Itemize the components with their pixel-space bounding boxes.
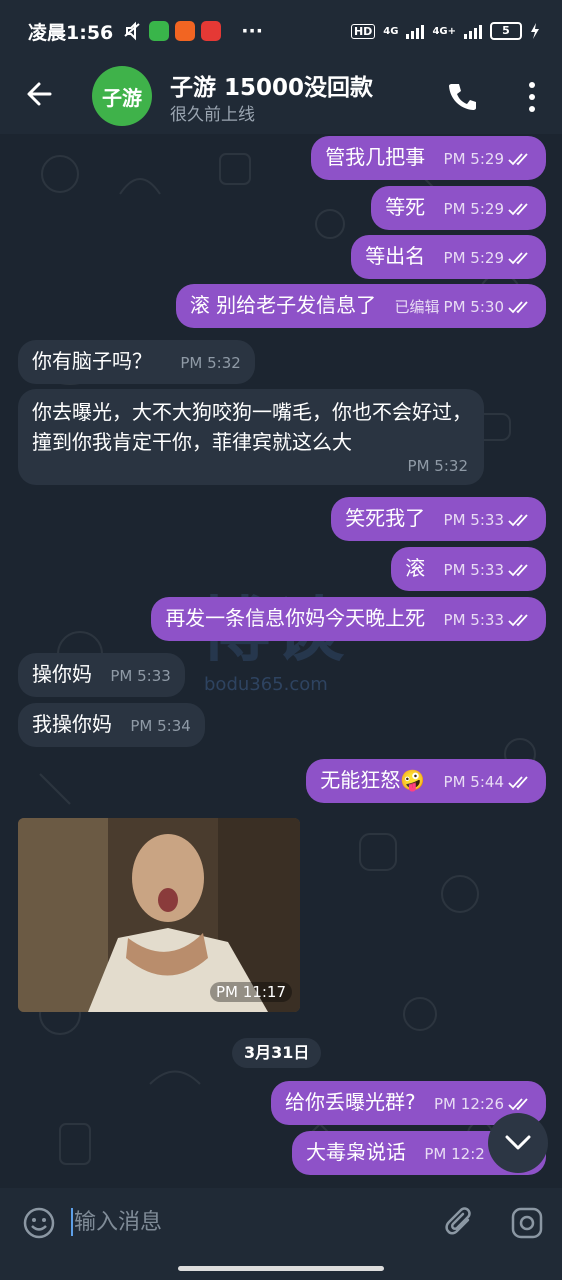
date-separator: 3月31日 <box>232 1038 322 1068</box>
message-time: PM 5:29 <box>443 200 504 218</box>
message-bubble-incoming[interactable]: 操你妈 PM 5:33 <box>18 653 185 697</box>
double-check-icon <box>508 252 528 265</box>
message-time: PM 12:26 <box>434 1095 504 1113</box>
double-check-icon <box>508 1098 528 1111</box>
message-text: 滚 <box>405 556 426 580</box>
message-bubble-incoming[interactable]: 我操你妈 PM 5:34 <box>18 703 205 747</box>
message-bubble-outgoing[interactable]: 无能狂怒🤪 PM 5:44 <box>306 759 546 803</box>
message-bubble-outgoing[interactable]: 再发一条信息你妈今天晚上死 PM 5:33 <box>151 597 546 641</box>
message-bubble-outgoing[interactable]: 等死 PM 5:29 <box>371 186 546 230</box>
signal-icon <box>464 23 482 39</box>
message-bubble-outgoing[interactable]: 笑死我了 PM 5:33 <box>331 497 546 541</box>
app-notification-icon <box>175 21 196 41</box>
status-notification-icons: ··· <box>121 20 263 42</box>
message-time: PM 5:32 <box>407 457 468 475</box>
edited-label: 已编辑 <box>394 298 440 316</box>
message-time: PM 5:29 <box>443 249 504 267</box>
message-bubble-incoming[interactable]: 你有脑子吗？ PM 5:32 <box>18 340 255 384</box>
message-text: 我操你妈 <box>32 712 112 736</box>
status-right: HD 4G 4G+ 5 <box>350 22 540 40</box>
photo-message[interactable]: PM 11:17 <box>18 818 300 1012</box>
more-notifications-icon: ··· <box>241 20 263 42</box>
message-list[interactable]: 博谈 bodu365.com 管我几把事 PM 5:29 等死 PM 5:29 … <box>0 134 562 1188</box>
message-text: 再发一条信息你妈今天晚上死 <box>165 606 426 630</box>
back-arrow-icon[interactable] <box>24 78 56 110</box>
message-time: PM 5:30 <box>443 298 504 316</box>
avatar[interactable]: 子游 <box>92 66 152 126</box>
attach-icon[interactable] <box>444 1206 476 1240</box>
watermark-url: bodu365.com <box>204 674 328 695</box>
charging-icon <box>531 23 539 39</box>
home-indicator[interactable] <box>178 1266 384 1271</box>
phone-icon[interactable] <box>446 80 478 112</box>
message-text: 等死 <box>385 195 426 219</box>
status-bar: 凌晨1:56 ··· HD 4G 4G+ 5 <box>0 0 562 62</box>
double-check-icon <box>508 776 528 789</box>
message-time: PM 5:29 <box>443 150 504 168</box>
message-text: 无能狂怒🤪 <box>320 768 426 792</box>
message-bubble-outgoing[interactable]: 滚 PM 5:33 <box>391 547 546 591</box>
emoji-icon[interactable] <box>22 1206 56 1240</box>
chat-title[interactable]: 子游 15000没回款 <box>170 68 373 102</box>
message-text: 滚 别给老子发信息了 <box>189 293 377 317</box>
message-text: 操你妈 <box>32 662 92 686</box>
double-check-icon <box>508 614 528 627</box>
message-time: PM 5:34 <box>130 717 191 735</box>
message-time: PM 5:33 <box>443 561 504 579</box>
signal-icon <box>406 23 425 39</box>
chat-header: 子游 子游 15000没回款 很久前上线 <box>0 62 562 134</box>
network-label: 4G <box>383 25 399 37</box>
camera-icon[interactable] <box>510 1206 544 1240</box>
message-text: 笑死我了 <box>345 506 426 530</box>
status-time: 凌晨1:56 <box>28 21 114 44</box>
message-text: 你去曝光，大不大狗咬狗一嘴毛，你也不会好过，撞到你我肯定干你，菲律宾就这么大 <box>32 400 472 454</box>
scroll-to-bottom-button[interactable] <box>488 1113 548 1173</box>
message-bubble-outgoing[interactable]: 等出名 PM 5:29 <box>351 235 546 279</box>
message-bubble-outgoing[interactable]: 管我几把事 PM 5:29 <box>311 136 546 180</box>
message-text: 大毒枭说话 <box>306 1140 406 1164</box>
message-time: PM 11:17 <box>210 982 292 1002</box>
message-time: PM 12:2 <box>424 1145 485 1163</box>
double-check-icon <box>508 564 528 577</box>
message-bubble-outgoing[interactable]: 滚 别给老子发信息了 已编辑 PM 5:30 <box>175 284 546 328</box>
message-input[interactable]: 输入消息 <box>74 1204 162 1236</box>
more-vert-icon[interactable] <box>526 80 538 114</box>
message-text: 你有脑子吗？ <box>32 349 152 373</box>
double-check-icon <box>508 153 528 166</box>
message-bubble-incoming[interactable]: 你去曝光，大不大狗咬狗一嘴毛，你也不会好过，撞到你我肯定干你，菲律宾就这么大 P… <box>18 389 484 485</box>
app-notification-icon <box>149 21 170 41</box>
hd-icon: HD <box>350 23 376 39</box>
battery-icon: 5 <box>490 22 522 40</box>
last-seen-status: 很久前上线 <box>170 105 255 125</box>
text-cursor <box>71 1208 73 1236</box>
double-check-icon <box>508 301 528 314</box>
double-check-icon <box>508 514 528 527</box>
message-text: 等出名 <box>365 244 426 268</box>
message-time: PM 5:33 <box>110 667 171 685</box>
message-time: PM 5:33 <box>443 611 504 629</box>
message-text: 给你丢曝光群? <box>285 1090 416 1114</box>
chevron-down-icon <box>505 1135 531 1150</box>
message-time: PM 5:32 <box>180 354 241 372</box>
double-check-icon <box>508 203 528 216</box>
message-text: 管我几把事 <box>325 145 426 169</box>
network-label: 4G+ <box>432 25 456 37</box>
message-time: PM 5:33 <box>443 511 504 529</box>
app-notification-icon <box>201 21 222 41</box>
mute-icon <box>124 21 140 41</box>
message-time: PM 5:44 <box>443 773 504 791</box>
